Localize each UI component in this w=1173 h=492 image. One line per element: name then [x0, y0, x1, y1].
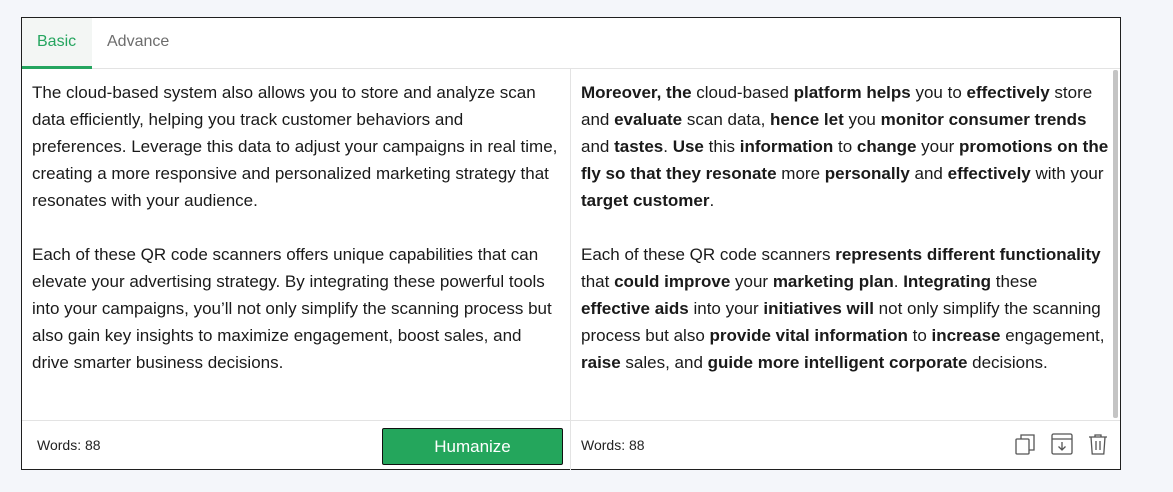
output-highlight-text: effectively [966, 83, 1050, 102]
output-text: Moreover, the cloud-based platform helps… [581, 79, 1110, 403]
output-highlight-text: Integrating [903, 272, 992, 291]
output-highlight-text: increase [931, 326, 1001, 345]
output-highlight-text: could improve [614, 272, 731, 291]
output-text-run: with your [1030, 164, 1104, 183]
output-highlight-text: platform helps [793, 83, 911, 102]
output-highlight-text: effectively [947, 164, 1031, 183]
output-text-run: you to [910, 83, 967, 102]
output-text-run: scan data, [682, 110, 771, 129]
output-highlight-text: personally [824, 164, 910, 183]
output-text-run: to [907, 326, 932, 345]
output-text-area: Moreover, the cloud-based platform helps… [571, 69, 1120, 420]
output-highlight-text: represents different functionality [835, 245, 1101, 264]
humanizer-panel: Basic Advance The cloud-based system als… [21, 17, 1121, 470]
input-paragraph: Each of these QR code scanners offers un… [32, 245, 552, 372]
output-highlight-text: effective aids [581, 299, 689, 318]
output-footer: Words: 88 [571, 420, 1120, 470]
input-text-area[interactable]: The cloud-based system also allows you t… [22, 69, 571, 420]
tab-advance[interactable]: Advance [92, 18, 184, 69]
output-text-run: cloud-based [691, 83, 794, 102]
output-text-run: Each of these QR code scanners [581, 245, 836, 264]
output-text-run: and [581, 137, 615, 156]
input-word-count: Words: 88 [37, 437, 101, 453]
output-highlight-text: hence let [770, 110, 844, 129]
output-text-run: into your [688, 299, 764, 318]
output-text-run: sales, and [620, 353, 708, 372]
download-icon[interactable] [1050, 432, 1074, 456]
copy-icon[interactable] [1013, 432, 1037, 456]
tab-basic[interactable]: Basic [22, 18, 92, 69]
output-text-run: that [581, 272, 615, 291]
output-text-run: more [776, 164, 825, 183]
mode-tabs: Basic Advance [22, 18, 1120, 69]
input-footer: Words: 88 Humanize [22, 420, 571, 470]
output-text-run: . [893, 272, 904, 291]
input-paragraph: The cloud-based system also allows you t… [32, 83, 558, 210]
output-highlight-text: provide vital information [709, 326, 908, 345]
output-highlight-text: tastes [614, 137, 664, 156]
output-scrollbar[interactable] [1113, 70, 1118, 418]
output-text-run: these [991, 272, 1038, 291]
output-word-count: Words: 88 [581, 437, 645, 453]
output-text-run: your [730, 272, 773, 291]
humanize-button[interactable]: Humanize [382, 428, 563, 465]
output-text-run: . [709, 191, 715, 210]
output-highlight-text: initiatives will [763, 299, 874, 318]
output-paragraph: Each of these QR code scanners represent… [581, 241, 1110, 376]
output-highlight-text: change [856, 137, 917, 156]
output-text-run: your [916, 137, 959, 156]
output-text-run: to [833, 137, 857, 156]
output-text-run: you [843, 110, 881, 129]
output-highlight-text: information [739, 137, 834, 156]
input-text[interactable]: The cloud-based system also allows you t… [32, 79, 560, 403]
output-highlight-text: target customer [581, 191, 710, 210]
output-text-run: decisions. [967, 353, 1048, 372]
output-text-run: and [909, 164, 948, 183]
output-highlight-text: marketing plan [772, 272, 894, 291]
output-highlight-text: Moreover, the [581, 83, 692, 102]
output-highlight-text: evaluate [614, 110, 683, 129]
output-text-run: . [663, 137, 673, 156]
output-text-run: this [703, 137, 740, 156]
output-highlight-text: monitor consumer trends [880, 110, 1087, 129]
output-highlight-text: Use [672, 137, 704, 156]
trash-icon[interactable] [1086, 432, 1110, 456]
output-text-run: engagement, [1000, 326, 1105, 345]
output-paragraph: Moreover, the cloud-based platform helps… [581, 79, 1110, 214]
output-highlight-text: guide more intelligent corporate [707, 353, 968, 372]
output-highlight-text: raise [581, 353, 621, 372]
